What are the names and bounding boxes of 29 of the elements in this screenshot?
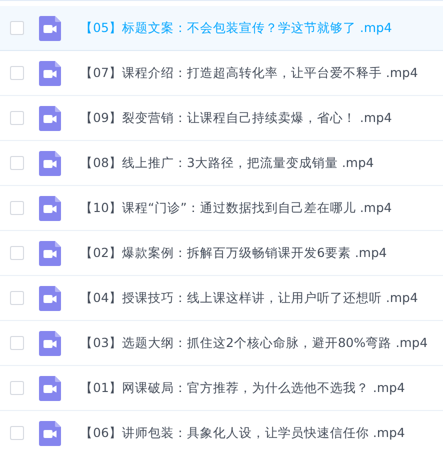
video-file-icon (39, 420, 61, 446)
checkbox[interactable] (10, 201, 24, 215)
file-name[interactable]: 【09】裂变营销：让课程自己持续卖爆，省心！ .mp4 (80, 110, 392, 126)
file-name[interactable]: 【03】选题大纲：抓住这2个核心命脉，避开80%弯路 .mp4 (80, 334, 428, 352)
checkbox[interactable] (10, 291, 24, 305)
checkbox[interactable] (10, 336, 24, 350)
checkbox[interactable] (10, 426, 24, 440)
file-name[interactable]: 【10】课程“门诊”：通过数据找到自己差在哪儿 .mp4 (80, 200, 392, 216)
file-name[interactable]: 【04】授课技巧：线上课这样讲，让用户听了还想听 .mp4 (80, 290, 418, 306)
checkbox[interactable] (10, 21, 24, 35)
checkbox[interactable] (10, 111, 24, 125)
video-file-icon (39, 60, 61, 86)
checkbox[interactable] (10, 66, 24, 80)
file-name[interactable]: 【02】爆款案例：拆解百万级畅销课开发6要素 .mp4 (80, 244, 387, 262)
checkbox[interactable] (10, 381, 24, 395)
file-name[interactable]: 【08】线上推广：3大路径，把流量变成销量 .mp4 (80, 154, 374, 172)
video-file-icon (39, 196, 61, 220)
video-file-icon (39, 330, 61, 356)
checkbox[interactable] (10, 246, 24, 260)
video-file-icon (39, 240, 61, 266)
video-file-icon (39, 286, 61, 310)
video-file-icon (39, 16, 61, 40)
video-file-icon (39, 150, 61, 176)
file-name[interactable]: 【07】课程介绍：打造超高转化率，让平台爱不释手 .mp4 (80, 64, 418, 82)
file-name[interactable]: 【06】讲师包装：具象化人设，让学员快速信任你 .mp4 (80, 424, 405, 442)
file-name[interactable]: 【01】网课破局：官方推荐，为什么选他不选我？ .mp4 (80, 380, 405, 396)
checkbox[interactable] (10, 156, 24, 170)
video-file-icon (39, 376, 61, 400)
video-file-icon (39, 106, 61, 130)
